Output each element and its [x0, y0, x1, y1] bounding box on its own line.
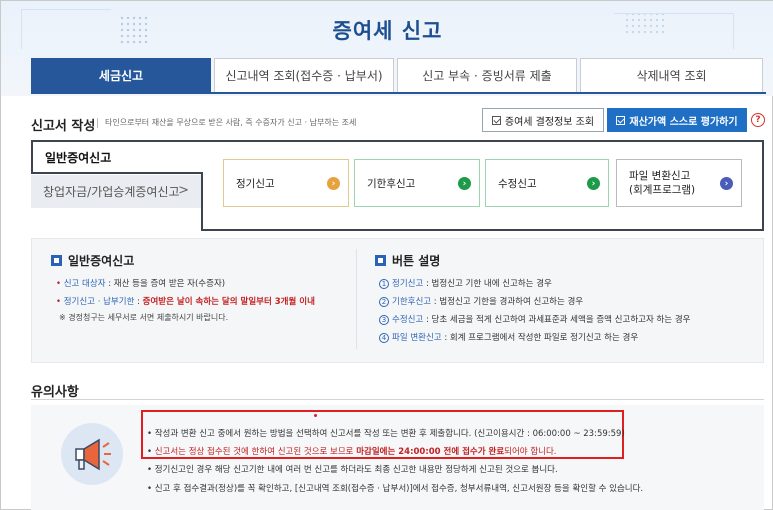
button-desc-value: : 당초 세금을 적게 신고하여 과세표준과 세액을 증액 신고하고자 하는 경… — [423, 315, 691, 325]
self-evaluate-label: 재산가액 스스로 평가하기 — [629, 116, 738, 128]
button-desc-value: : 법정신고 기한 내에 신고하는 경우 — [423, 279, 552, 289]
self-evaluate-button[interactable]: 재산가액 스스로 평가하기 — [607, 108, 747, 132]
button-desc-key: 기한후신고 — [392, 297, 432, 307]
file-conversion-label: 파일 변환신고 — [629, 170, 691, 182]
section-title-write: 신고서 작성 — [31, 119, 96, 134]
info-general-heading: 일반증여신고 — [51, 252, 134, 269]
caution-text-3: 정기신고인 경우 해당 신고기한 내에 여러 번 신고를 하더라도 최종 신고한… — [154, 465, 558, 475]
button-desc-item: 1 정기신고 : 법정신고 기한 내에 신고하는 경우 — [379, 277, 552, 289]
megaphone-icon — [61, 423, 123, 485]
info-target-line: • 신고 대상자 : 재산 등을 증여 받은 자(수증자) — [56, 279, 226, 289]
tab-tax-report[interactable]: 세금신고 — [31, 58, 211, 92]
tab-attach-documents[interactable]: 신고 부속 · 증빙서류 제출 — [397, 58, 577, 92]
number-badge: 3 — [379, 315, 389, 325]
chevron-right-icon: > — [178, 183, 189, 198]
caution-text-1: 작성과 변환 신고 중에서 원하는 방법을 선택하여 신고서를 작성 또는 변환… — [154, 429, 625, 439]
button-desc-value: : 회계 프로그램에서 작성한 파일로 정기신고 하는 경우 — [441, 333, 639, 343]
caution-divider — [31, 399, 764, 400]
report-type-general[interactable]: 일반증여신고 — [31, 140, 203, 174]
number-badge: 1 — [379, 279, 389, 289]
late-report-button[interactable]: 기한후신고 › — [354, 159, 480, 207]
gift-tax-decision-button[interactable]: 증여세 결정정보 조회 — [482, 108, 604, 132]
button-desc-item: 2 기한후신고 : 법정신고 기한을 경과하여 신고하는 경우 — [379, 295, 583, 307]
caution-line-3: • 정기신고인 경우 해당 신고기한 내에 여러 번 신고를 하더라도 최종 신… — [147, 465, 558, 475]
caution-text-2c: 되어야 합니다. — [504, 447, 557, 457]
info-deadline-key: 정기신고 · 납부기한 — [63, 297, 135, 307]
tab-underline — [31, 92, 766, 94]
report-type-startup-label: 창업자금/가업승계증여신고 — [43, 185, 180, 199]
info-target-key: 신고 대상자 — [63, 279, 106, 289]
button-desc-value: : 법정신고 기한을 경과하여 신고하는 경우 — [431, 297, 584, 307]
caution-line-2: • 신고서는 정상 접수된 것에 한하여 신고된 것으로 보므로 마감일에는 2… — [147, 447, 557, 457]
regular-report-label: 정기신고 — [236, 177, 275, 190]
section-description: 타인으로부터 재산을 무상으로 받은 사람, 즉 수증자가 신고 · 납부하는 … — [96, 118, 357, 128]
gift-tax-decision-label: 증여세 결정정보 조회 — [504, 116, 595, 128]
info-general-title: 일반증여신고 — [68, 254, 135, 268]
info-divider — [356, 249, 357, 349]
regular-report-button[interactable]: 정기신고 › — [223, 159, 349, 207]
caution-text-4: 신고 후 접수결과(정상)를 꼭 확인하고, [신고내역 조회(접수증 · 납부… — [154, 484, 644, 494]
info-deadline-line: • 정기신고 · 납부기한 : 증여받은 날이 속하는 달의 말일부터 3개월 … — [56, 297, 315, 307]
info-buttons-title: 버튼 설명 — [392, 254, 441, 268]
help-icon[interactable]: ? — [751, 113, 765, 127]
arrow-right-icon: › — [587, 177, 600, 190]
report-type-startup-succession[interactable]: 창업자금/가업승계증여신고 > — [31, 175, 203, 208]
info-deadline-value: 증여받은 날이 속하는 달의 말일부터 3개월 이내 — [142, 297, 315, 307]
arrow-right-icon: › — [458, 177, 471, 190]
button-desc-key: 파일 변환신고 — [392, 333, 442, 343]
info-note: ※ 경정청구는 세무서로 서면 제출하시기 바랍니다. — [59, 313, 229, 322]
late-report-label: 기한후신고 — [367, 177, 416, 190]
info-buttons-heading: 버튼 설명 — [375, 252, 440, 269]
button-desc-item: 4 파일 변환신고 : 회계 프로그램에서 작성한 파일로 정기신고 하는 경우 — [379, 331, 638, 343]
square-bullet-icon — [51, 255, 62, 266]
info-target-value: : 재산 등을 증여 받은 자(수증자) — [105, 279, 226, 289]
file-conversion-report-button[interactable]: 파일 변환신고 (회계프로그램) › — [616, 159, 742, 207]
arrow-right-icon: › — [327, 177, 340, 190]
main-tabs: 세금신고 신고내역 조회(접수증 · 납부서) 신고 부속 · 증빙서류 제출 … — [31, 58, 766, 92]
number-badge: 2 — [379, 297, 389, 307]
caution-text-2a: 신고서는 정상 접수된 것에 한하여 신고된 것으로 보므로 — [154, 447, 357, 457]
tab-report-history[interactable]: 신고내역 조회(접수증 · 납부서) — [214, 58, 394, 92]
number-badge: 4 — [379, 333, 389, 343]
info-deadline-sep: : — [134, 297, 143, 307]
caution-text-2b: 마감일에는 24:00:00 전에 접수가 완료 — [356, 447, 505, 457]
square-bullet-icon — [375, 255, 386, 266]
caution-title: 유의사항 — [31, 385, 79, 400]
amended-report-button[interactable]: 수정신고 › — [485, 159, 609, 207]
button-desc-key: 정기신고 — [392, 279, 424, 289]
button-desc-key: 수정신고 — [392, 315, 424, 325]
amended-report-label: 수정신고 — [498, 177, 537, 190]
caution-line-1: • 작성과 변환 신고 중에서 원하는 방법을 선택하여 신고서를 작성 또는 … — [147, 429, 625, 439]
report-type-general-label: 일반증여신고 — [45, 150, 112, 165]
caution-line-4: • 신고 후 접수결과(정상)를 꼭 확인하고, [신고내역 조회(접수증 · … — [147, 484, 644, 494]
file-conversion-sublabel: (회계프로그램) — [629, 184, 696, 196]
checkbox-icon — [616, 115, 626, 125]
page-title: 증여세 신고 — [332, 19, 443, 43]
tab-deleted-history[interactable]: 삭제내역 조회 — [580, 58, 763, 92]
arrow-right-icon: › — [720, 177, 733, 190]
checkbox-icon — [491, 115, 501, 125]
highlight-marker — [314, 414, 317, 417]
button-desc-item: 3 수정신고 : 당초 세금을 적게 신고하여 과세표준과 세액을 증액 신고하고… — [379, 313, 690, 325]
